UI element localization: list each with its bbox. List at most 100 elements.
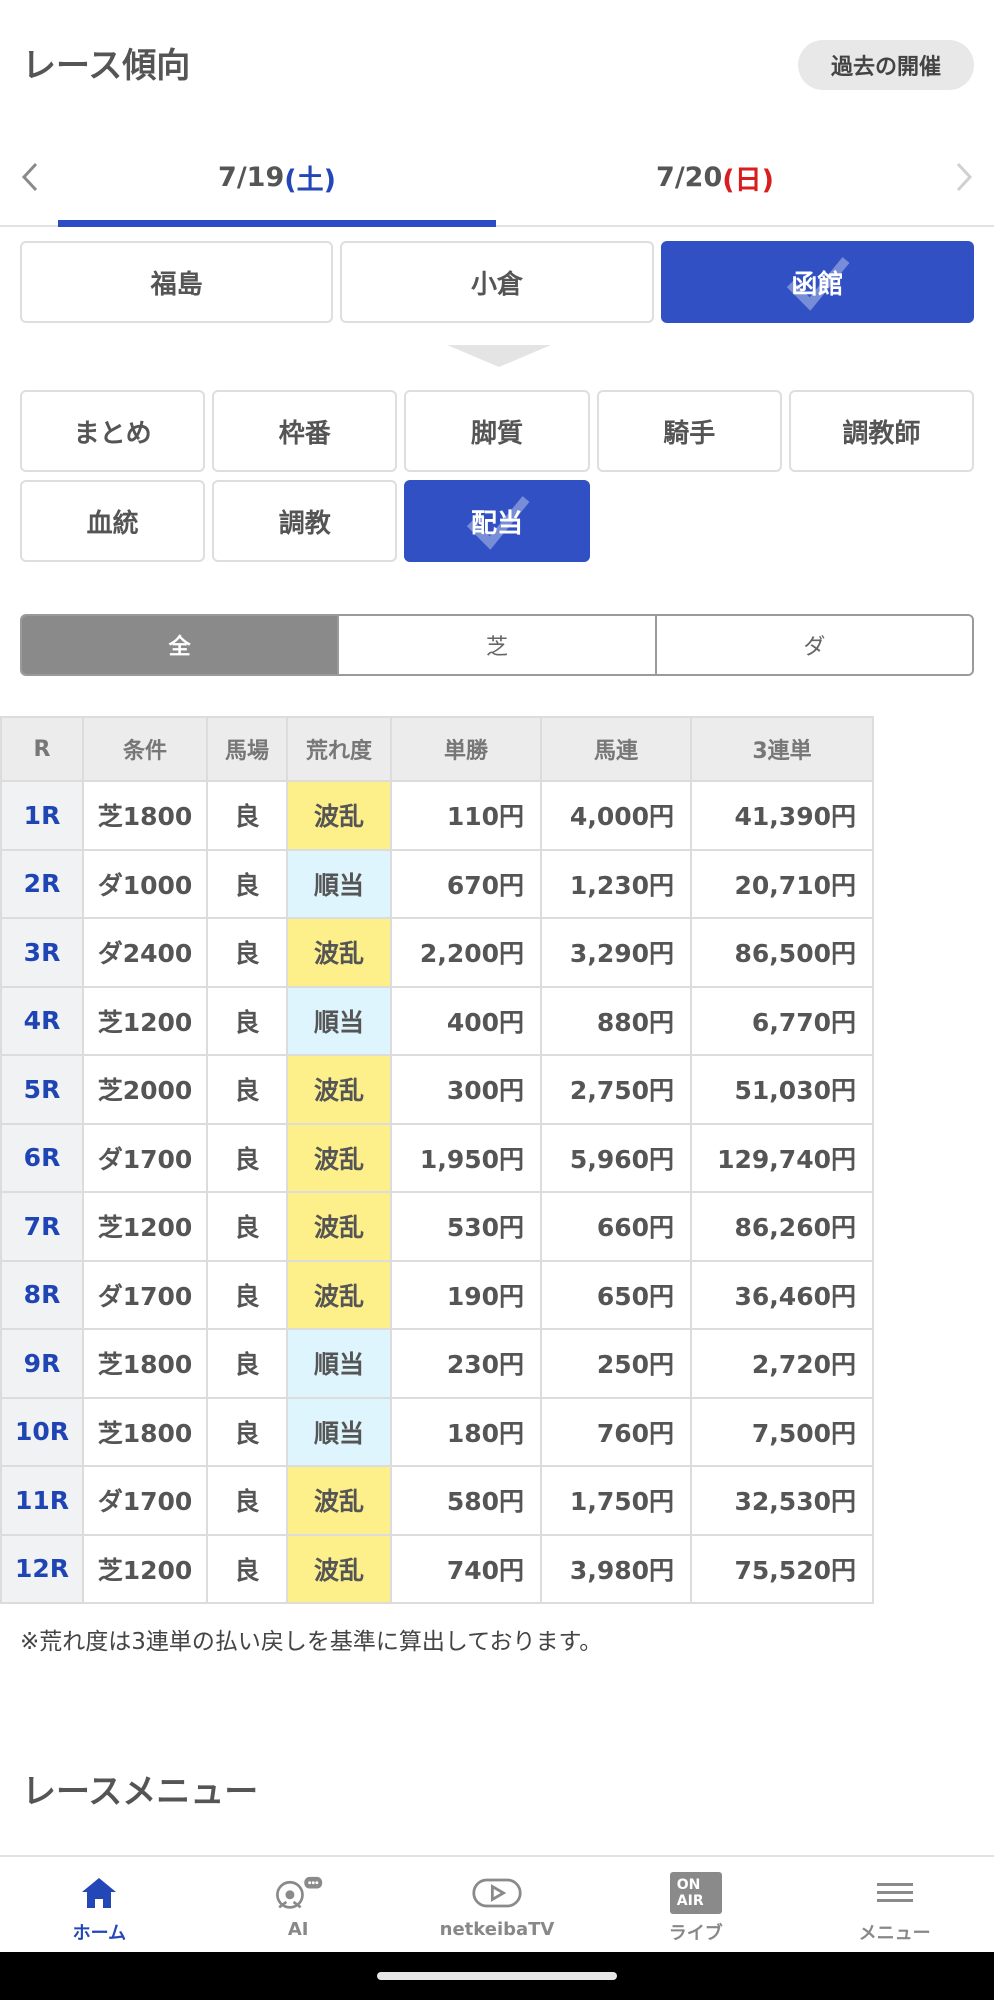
- venue-button-fukushima[interactable]: 福島: [20, 241, 334, 323]
- track-condition-cell: 良: [206, 1259, 288, 1330]
- win-payout-cell: 230円: [390, 1328, 542, 1399]
- table-row[interactable]: 5R 芝2000 良波乱 300円 2,750円 51,030円: [0, 1054, 874, 1125]
- table-header-row: R 条件 馬場 荒れ度 単勝 馬連 3連単: [0, 716, 874, 782]
- trifecta-payout-cell: 2,720円: [690, 1328, 874, 1399]
- date-tab-date: 7/20: [656, 162, 723, 193]
- category-trainer[interactable]: 調教師: [788, 390, 974, 472]
- surface-all-button[interactable]: 全: [22, 616, 340, 674]
- table-row[interactable]: 6R ダ1700 良波乱 1,950円 5,960円 129,740円: [0, 1122, 874, 1193]
- on-air-icon: ON AIR: [669, 1872, 722, 1914]
- upset-level-cell: 波乱: [286, 1054, 392, 1125]
- table-row[interactable]: 7R 芝1200 良波乱 530円 660円 86,260円: [0, 1191, 874, 1262]
- nav-netkeibatv[interactable]: netkeibaTV: [398, 1857, 597, 1952]
- win-payout-cell: 740円: [390, 1533, 542, 1604]
- table-row[interactable]: 3R ダ2400 良波乱 2,200円 3,290円 86,500円: [0, 917, 874, 988]
- win-payout-cell: 400円: [390, 985, 542, 1056]
- trifecta-payout-cell: 75,520円: [690, 1533, 874, 1604]
- track-condition-cell: 良: [206, 848, 288, 919]
- track-condition-cell: 良: [206, 1465, 288, 1536]
- table-row[interactable]: 11R ダ1700 良波乱 580円 1,750円 32,530円: [0, 1465, 874, 1536]
- win-payout-cell: 530円: [390, 1191, 542, 1262]
- quinella-payout-cell: 250円: [540, 1328, 692, 1399]
- chevron-left-icon[interactable]: [20, 160, 40, 203]
- category-training[interactable]: 調教: [212, 480, 398, 562]
- table-row[interactable]: 4R 芝1200 良順当 400円 880円 6,770円: [0, 985, 874, 1056]
- category-label: 調教師: [842, 418, 921, 449]
- home-gesture-bar[interactable]: [377, 1972, 617, 1980]
- surface-dirt-button[interactable]: ダ: [656, 616, 972, 674]
- column-header-track: 馬場: [206, 716, 288, 782]
- venue-button-hakodate[interactable]: 函館: [660, 241, 974, 323]
- category-label: 配当: [470, 508, 523, 539]
- nav-label: ライブ: [668, 1923, 723, 1944]
- quinella-payout-cell: 760円: [540, 1396, 692, 1467]
- surface-turf-button[interactable]: 芝: [339, 616, 657, 674]
- trifecta-payout-cell: 86,260円: [690, 1191, 874, 1262]
- category-label: 脚質: [470, 418, 523, 449]
- table-row[interactable]: 9R 芝1800 良順当 230円 250円 2,720円: [0, 1328, 874, 1399]
- quinella-payout-cell: 650円: [540, 1259, 692, 1330]
- race-condition-cell: ダ1700: [82, 1122, 208, 1193]
- trifecta-payout-cell: 20,710円: [690, 848, 874, 919]
- nav-menu[interactable]: メニュー: [795, 1857, 994, 1952]
- nav-label: AI: [287, 1919, 309, 1940]
- quinella-payout-cell: 5,960円: [540, 1122, 692, 1193]
- track-condition-cell: 良: [206, 1533, 288, 1604]
- race-number-cell: 1R: [0, 780, 84, 851]
- date-tab-sat[interactable]: 7/19 (土): [58, 130, 496, 225]
- table-row[interactable]: 2R ダ1000 良順当 670円 1,230円 20,710円: [0, 848, 874, 919]
- category-label: 騎手: [663, 418, 716, 449]
- race-condition-cell: 芝1200: [82, 1191, 208, 1262]
- ai-brain-icon: [272, 1873, 324, 1913]
- selection-pointer: [447, 345, 551, 367]
- column-header-race: R: [0, 716, 84, 782]
- category-summary[interactable]: まとめ: [20, 390, 206, 472]
- date-tab-day: (土): [284, 165, 336, 196]
- venue-label: 福島: [150, 269, 203, 300]
- quinella-payout-cell: 1,750円: [540, 1465, 692, 1536]
- on-air-badge: ON AIR: [669, 1872, 722, 1914]
- race-number-cell: 11R: [0, 1465, 84, 1536]
- nav-live[interactable]: ON AIR ライブ: [596, 1857, 795, 1952]
- upset-level-cell: 波乱: [286, 1122, 392, 1193]
- race-condition-cell: 芝1800: [82, 1328, 208, 1399]
- upset-level-cell: 順当: [286, 1328, 392, 1399]
- win-payout-cell: 2,200円: [390, 917, 542, 988]
- venue-selector: 福島 小倉 函館: [20, 241, 974, 323]
- upset-level-cell: 順当: [286, 848, 392, 919]
- race-number-cell: 12R: [0, 1533, 84, 1604]
- venue-button-kokura[interactable]: 小倉: [340, 241, 654, 323]
- race-number-cell: 8R: [0, 1259, 84, 1330]
- nav-ai[interactable]: AI: [199, 1857, 398, 1952]
- race-condition-cell: 芝2000: [82, 1054, 208, 1125]
- category-payout[interactable]: 配当: [404, 480, 590, 562]
- date-tab-sun[interactable]: 7/20 (日): [496, 130, 934, 225]
- table-row[interactable]: 8R ダ1700 良波乱 190円 650円 36,460円: [0, 1259, 874, 1330]
- table-row[interactable]: 12R 芝1200 良波乱 740円 3,980円 75,520円: [0, 1533, 874, 1604]
- venue-label: 函館: [791, 269, 844, 300]
- page-header: レース傾向 過去の開催: [0, 0, 994, 130]
- race-condition-cell: ダ2400: [82, 917, 208, 988]
- win-payout-cell: 110円: [390, 780, 542, 851]
- track-condition-cell: 良: [206, 1328, 288, 1399]
- tv-play-icon: [471, 1873, 523, 1913]
- quinella-payout-cell: 660円: [540, 1191, 692, 1262]
- track-condition-cell: 良: [206, 1191, 288, 1262]
- date-tab-date: 7/19: [218, 162, 285, 193]
- table-row[interactable]: 10R 芝1800 良順当 180円 760円 7,500円: [0, 1396, 874, 1467]
- category-running-style[interactable]: 脚質: [404, 390, 590, 472]
- table-row[interactable]: 1R 芝1800 良波乱 110円 4,000円 41,390円: [0, 780, 874, 851]
- nav-home[interactable]: ホーム: [0, 1857, 199, 1952]
- win-payout-cell: 670円: [390, 848, 542, 919]
- column-header-win: 単勝: [390, 716, 542, 782]
- quinella-payout-cell: 2,750円: [540, 1054, 692, 1125]
- category-jockey[interactable]: 騎手: [596, 390, 782, 472]
- chevron-right-icon[interactable]: [954, 160, 974, 203]
- track-condition-cell: 良: [206, 1396, 288, 1467]
- upset-level-cell: 波乱: [286, 1259, 392, 1330]
- track-condition-cell: 良: [206, 1054, 288, 1125]
- past-events-button[interactable]: 過去の開催: [798, 40, 974, 90]
- upset-level-cell: 波乱: [286, 1465, 392, 1536]
- category-pedigree[interactable]: 血統: [20, 480, 206, 562]
- category-frame[interactable]: 枠番: [212, 390, 398, 472]
